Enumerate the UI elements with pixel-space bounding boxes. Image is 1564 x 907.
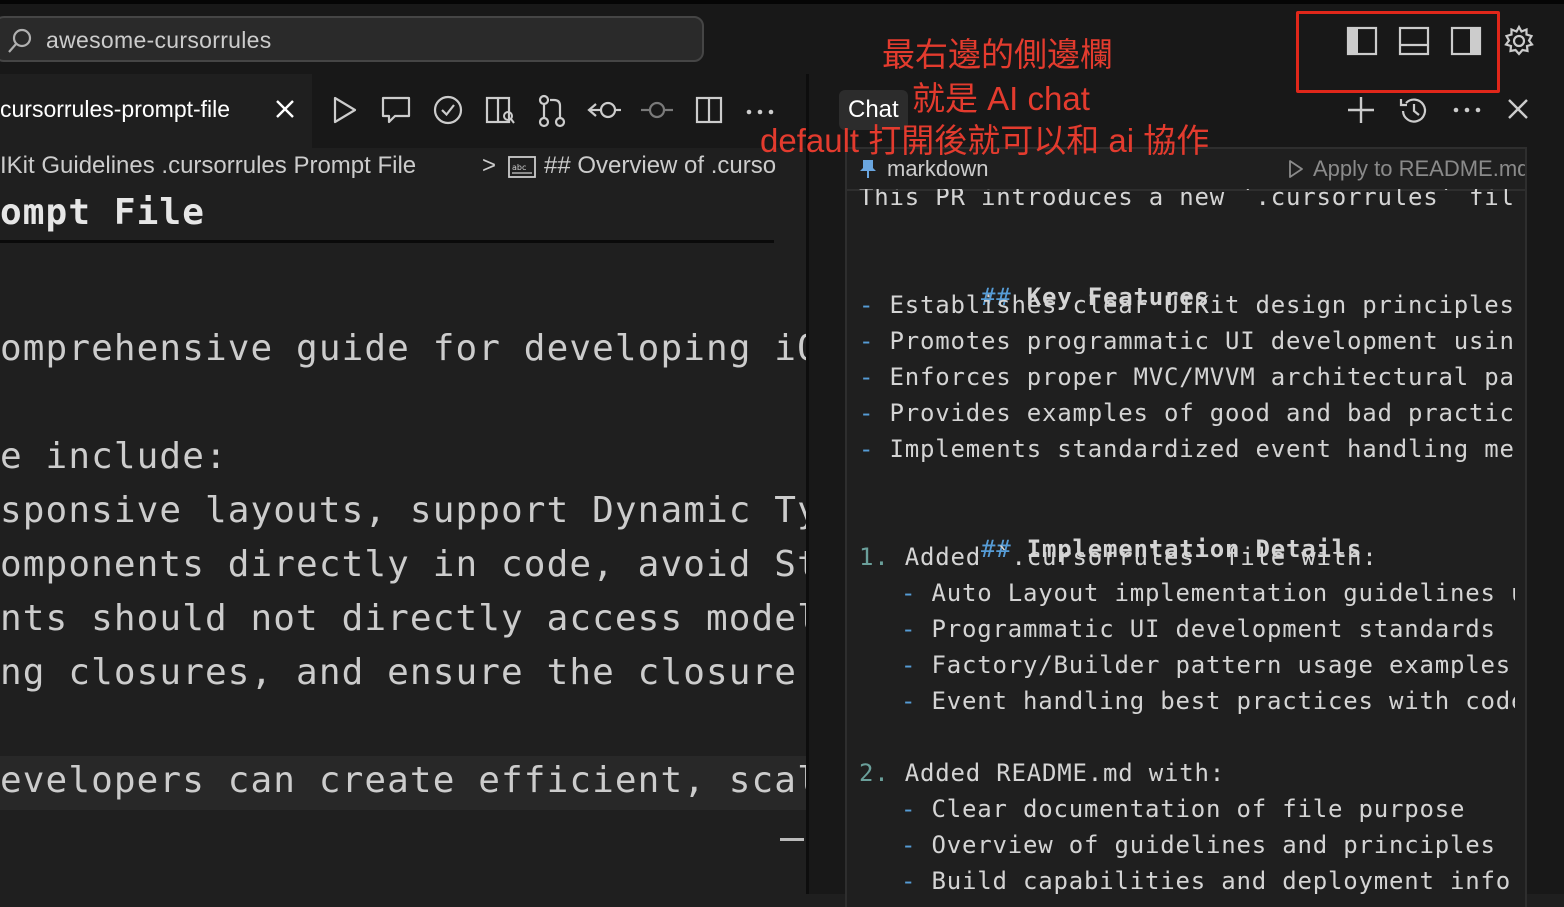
md-sub-bullet: - Clear documentation of file purpose — [901, 795, 1466, 823]
md-numbered: 1. Added `.cursorrules` file with: — [859, 543, 1378, 571]
commit-icon[interactable] — [640, 94, 674, 126]
annotation-line-1: 最右邊的側邊欄 — [882, 36, 1113, 73]
play-icon — [1289, 160, 1303, 178]
search-text: awesome-cursorrules — [46, 27, 272, 53]
code-line: sponsive layouts, support Dynamic Type — [0, 490, 806, 531]
breadcrumb-symbol[interactable]: ## Overview of .curso — [544, 152, 776, 180]
md-sub-bullet: - Event handling best practices with cod… — [901, 687, 1515, 715]
search-icon — [8, 28, 32, 53]
md-sub-bullet: - Build capabilities and deployment info… — [901, 867, 1515, 895]
code-line: omponents directly in code, avoid Stor — [0, 544, 806, 585]
md-sub-bullet: - Auto Layout implementation guidelines … — [901, 579, 1515, 607]
md-bullet: - Enforces proper MVC/MVVM architectural… — [859, 363, 1515, 391]
symbol-icon: abc — [508, 156, 536, 178]
code-editor[interactable]: ompt File omprehensive guide for develop… — [0, 186, 806, 894]
more-icon[interactable] — [1451, 94, 1483, 126]
chat-code-block: markdown Apply to README.md This PR intr… — [845, 147, 1527, 907]
close-icon[interactable] — [1505, 94, 1531, 122]
highlight-box — [1296, 11, 1500, 93]
code-line: evelopers can create efficient, scalab — [0, 760, 806, 801]
breadcrumb-file[interactable]: IKit Guidelines .cursorrules Prompt File — [0, 152, 416, 180]
markdown-content[interactable]: This PR introduces a new `.cursorrules` … — [859, 189, 1515, 907]
breadcrumb: IKit Guidelines .cursorrules Prompt File… — [0, 148, 806, 188]
timeline-icon[interactable] — [586, 94, 622, 126]
heading-rule — [0, 240, 774, 243]
comment-icon[interactable] — [380, 94, 412, 126]
md-bullet: - Provides examples of good and bad prac… — [859, 399, 1515, 427]
source-control-icon[interactable] — [536, 94, 568, 128]
breadcrumb-separator: > — [482, 152, 497, 179]
plus-icon[interactable] — [1345, 94, 1377, 126]
close-icon[interactable] — [272, 96, 298, 122]
md-numbered: 2. Added README.md with: — [859, 759, 1225, 787]
editor-scrollbar[interactable] — [776, 186, 806, 894]
md-sub-bullet: - Programmatic UI development standards — [901, 615, 1496, 643]
check-icon[interactable] — [432, 94, 464, 126]
md-bullet: - Implements standardized event handling… — [859, 435, 1515, 463]
history-icon[interactable] — [1397, 94, 1431, 128]
annotation-line-2: 就是 AI chat — [912, 80, 1090, 117]
code-line: ompt File — [0, 192, 205, 233]
split-editor-icon[interactable] — [694, 94, 724, 126]
editor-tab-bar: cursorrules-prompt-file — [0, 74, 806, 148]
settings-gear-icon[interactable] — [1502, 24, 1536, 58]
code-line: ng closures, and ensure the closure pa — [0, 652, 806, 693]
code-line: omprehensive guide for developing iOS — [0, 328, 806, 369]
apply-label: Apply to README.md — [1313, 156, 1527, 181]
tab-cursorrules-prompt-file[interactable]: cursorrules-prompt-file — [0, 74, 312, 148]
editor-area: cursorrules-prompt-file IKit Guidelines … — [0, 74, 806, 894]
tab-label: cursorrules-prompt-file — [0, 96, 231, 122]
run-icon[interactable] — [330, 94, 360, 126]
ai-chat-sidebar: Chat markdown Apply to README.md This PR… — [809, 74, 1564, 907]
command-center-search[interactable]: awesome-cursorrules — [0, 16, 704, 62]
md-sub-bullet: - Factory/Builder pattern usage examples — [901, 651, 1511, 679]
annotation-line-3: default 打開後就可以和 ai 協作 — [760, 122, 1210, 159]
md-bullet: - Promotes programmatic UI development u… — [859, 327, 1515, 355]
svg-text:abc: abc — [512, 163, 526, 172]
preview-icon[interactable] — [484, 94, 516, 126]
md-bullet: - Establishes clear UIKit design princip… — [859, 291, 1515, 319]
apply-button[interactable]: Apply to README.md — [1287, 156, 1527, 182]
md-sub-bullet: - Overview of guidelines and principles — [901, 831, 1496, 859]
code-line: e include: — [0, 436, 228, 477]
md-line: This PR introduces a new `.cursorrules` … — [859, 189, 1515, 211]
code-line: nts should not directly access models — [0, 598, 806, 639]
pin-icon — [860, 160, 876, 178]
